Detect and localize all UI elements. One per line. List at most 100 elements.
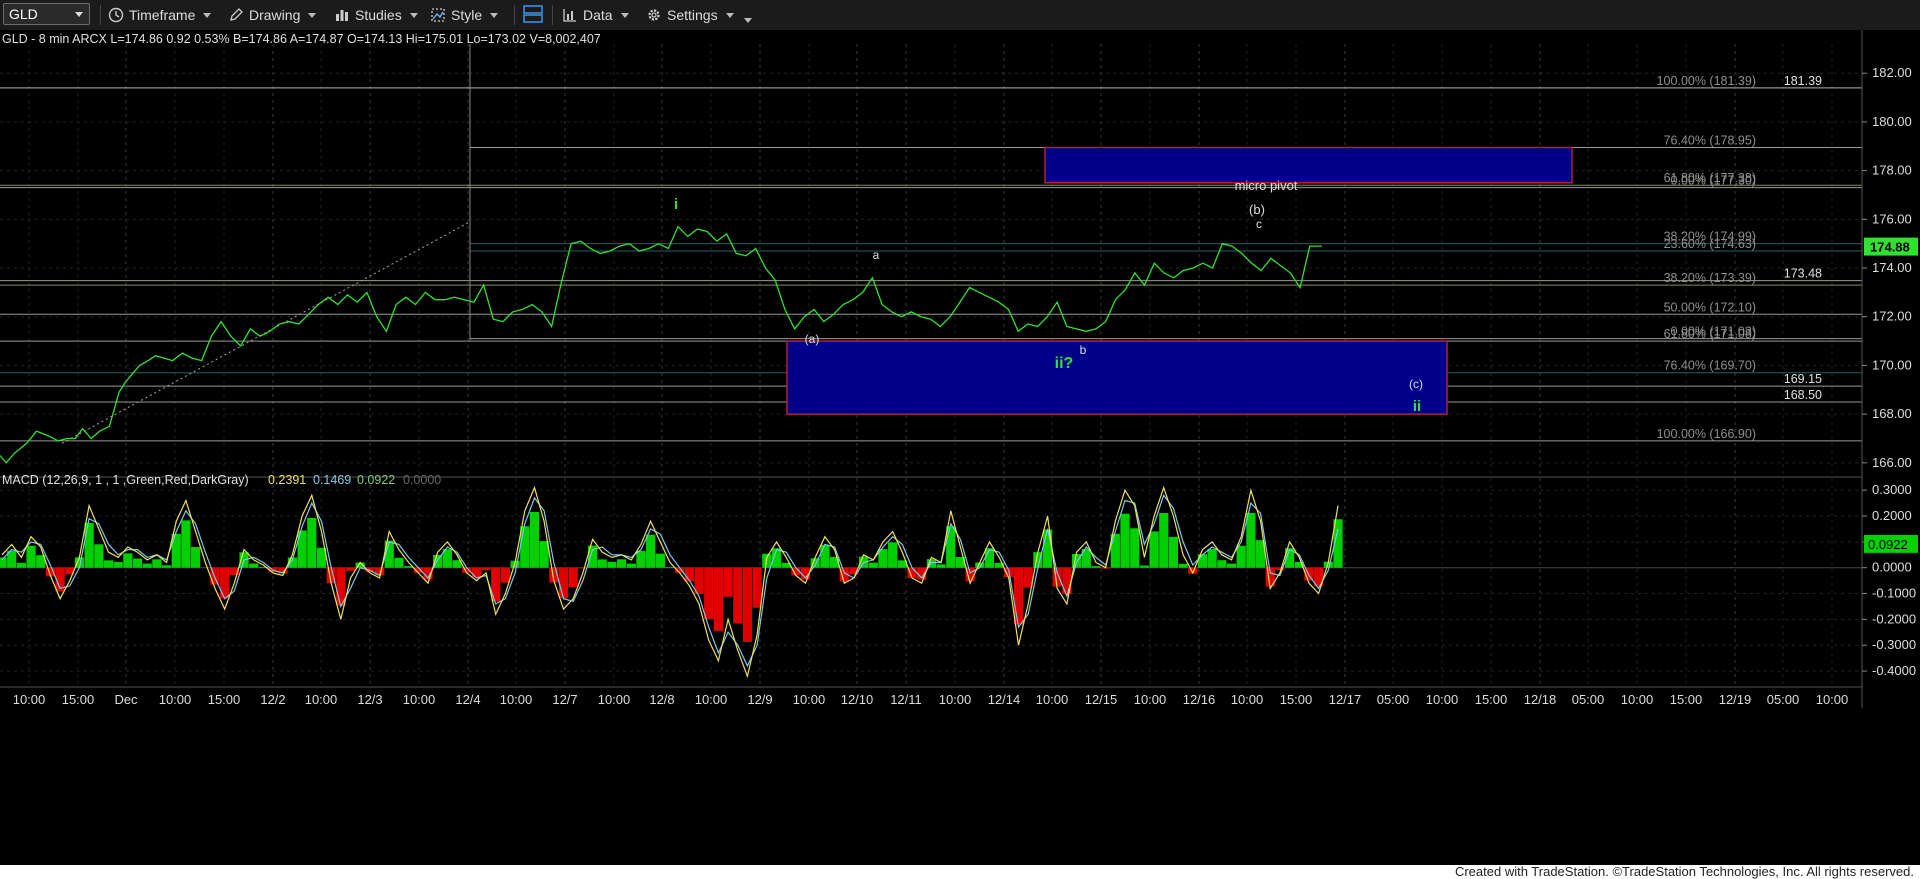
x-tick-label: 10:00 <box>1036 692 1069 707</box>
chevron-down-icon <box>75 12 83 17</box>
fib-level-label: 181.39 <box>1784 74 1822 88</box>
x-tick-label: 10:00 <box>695 692 728 707</box>
style-label: Style <box>451 7 483 23</box>
macd-histogram-bar <box>94 544 104 568</box>
drawing-label: Drawing <box>249 7 301 23</box>
data-menu[interactable]: Data <box>562 3 629 27</box>
macd-histogram-bar <box>1072 554 1082 568</box>
macd-y-tick-label: -0.3000 <box>1872 637 1916 652</box>
data-icon <box>562 7 578 23</box>
toolbar-divider <box>552 5 553 25</box>
macd-histogram-bar <box>1149 531 1159 568</box>
x-tick-label: 15:00 <box>62 692 95 707</box>
macd-histogram-bar <box>684 567 694 582</box>
x-tick-label: 12/17 <box>1329 692 1362 707</box>
footer-credit: Created with TradeStation. ©TradeStation… <box>1454 864 1914 879</box>
x-tick-label: 10:00 <box>939 692 972 707</box>
x-tick-label: 10:00 <box>159 692 192 707</box>
macd-histogram-bar <box>529 512 540 568</box>
wave-label: c <box>1256 217 1262 231</box>
x-tick-label: 12/2 <box>260 692 285 707</box>
x-tick-label: 10:00 <box>793 692 826 707</box>
y-tick-label: 176.00 <box>1872 211 1912 226</box>
x-tick-label: 12/8 <box>649 692 674 707</box>
style-menu[interactable]: Style <box>430 3 499 27</box>
wave-label: (c) <box>1409 377 1423 391</box>
studies-menu[interactable]: Studies <box>334 3 418 27</box>
x-tick-label: 12/18 <box>1524 692 1557 707</box>
macd-histogram-bar <box>626 563 636 568</box>
macd-histogram-bar <box>171 533 181 568</box>
layout-button[interactable] <box>522 3 544 27</box>
chevron-down-icon <box>744 17 752 23</box>
macd-histogram-bar <box>713 567 724 631</box>
fib-level-label: 23.60% (174.63) <box>1664 237 1756 251</box>
macd-histogram-bar <box>1207 549 1217 568</box>
macd-histogram-bar <box>655 553 665 568</box>
macd-histogram-bar <box>665 567 675 568</box>
macd-y-tick-label: -0.4000 <box>1872 663 1916 678</box>
toolbar: GLD Timeframe Drawing Studies Style Data… <box>0 0 1920 31</box>
x-tick-label: 05:00 <box>1767 692 1800 707</box>
wave-label: micro pivot <box>1235 178 1298 193</box>
data-label: Data <box>583 7 613 23</box>
settings-menu[interactable]: Settings <box>646 3 734 27</box>
settings-label: Settings <box>667 7 718 23</box>
fib-level-label: 100.00% (166.90) <box>1657 427 1756 441</box>
toolbar-overflow-button[interactable] <box>744 8 752 32</box>
macd-histogram-bar <box>1130 528 1140 568</box>
drawing-menu[interactable]: Drawing <box>228 3 317 27</box>
macd-histogram-bar <box>1042 529 1053 568</box>
macd-histogram-bar <box>152 559 162 568</box>
wave-label: (b) <box>1249 202 1265 217</box>
macd-histogram-bar <box>481 567 491 571</box>
macd-y-tick-label: -0.1000 <box>1872 586 1916 601</box>
macd-histogram-bar <box>752 567 762 608</box>
macd-histogram-bar <box>113 561 123 568</box>
y-tick-label: 168.00 <box>1872 406 1912 421</box>
macd-histogram-bar <box>984 548 995 568</box>
y-tick-label: 170.00 <box>1872 357 1912 372</box>
macd-histogram-bar <box>142 563 152 568</box>
fib-level-label: 100.00% (181.39) <box>1657 74 1756 88</box>
symbol-selector[interactable]: GLD <box>3 3 90 25</box>
macd-y-tick-label: 0.3000 <box>1872 482 1912 497</box>
macd-histogram-bar <box>1226 563 1237 568</box>
wave-label: ii? <box>1055 355 1074 372</box>
macd-histogram-bar <box>888 542 898 568</box>
support-box[interactable] <box>786 340 1448 415</box>
current-macd-label: 0.0922 <box>1868 537 1908 552</box>
macd-histogram-bar <box>345 567 356 571</box>
macd-histogram-bar <box>16 562 26 568</box>
x-tick-label: 10:00 <box>1816 692 1849 707</box>
zero-line-value: 0.0000 <box>403 473 441 487</box>
fib-level-label: 0.00% (177.30) <box>1671 174 1756 188</box>
macd-histogram-bar <box>646 534 656 568</box>
macd-histogram-bar <box>742 567 753 642</box>
macd-histogram-bar <box>26 545 36 568</box>
chevron-down-icon <box>725 12 734 18</box>
macd-y-tick-label: 0.2000 <box>1872 508 1912 523</box>
y-tick-label: 172.00 <box>1872 309 1912 324</box>
macd-histogram-bar <box>733 567 743 624</box>
macd-histogram-bar <box>84 522 94 568</box>
x-tick-label: 12/11 <box>890 692 922 707</box>
macd-histogram-bar <box>1120 513 1130 568</box>
macd-histogram-bar <box>558 567 569 599</box>
x-tick-label: 10:00 <box>403 692 436 707</box>
timeframe-label: Timeframe <box>129 7 196 23</box>
macd-histogram-bar <box>1091 566 1101 568</box>
macd-histogram-bar <box>1159 512 1169 568</box>
macd-histogram-bar <box>616 559 627 568</box>
macd-y-tick-label: -0.2000 <box>1872 611 1916 626</box>
macd-histogram-bar <box>820 544 830 568</box>
timeframe-menu[interactable]: Timeframe <box>108 3 212 27</box>
style-icon <box>430 7 446 23</box>
macd-histogram-bar <box>868 562 878 568</box>
wave-label: b <box>1080 343 1087 357</box>
macd-histogram-bar <box>520 526 530 568</box>
macd-histogram-bar <box>1178 563 1188 568</box>
micro-pivot-box[interactable] <box>1044 146 1573 184</box>
y-tick-label: 180.00 <box>1872 114 1912 129</box>
chevron-down-icon <box>490 12 499 18</box>
